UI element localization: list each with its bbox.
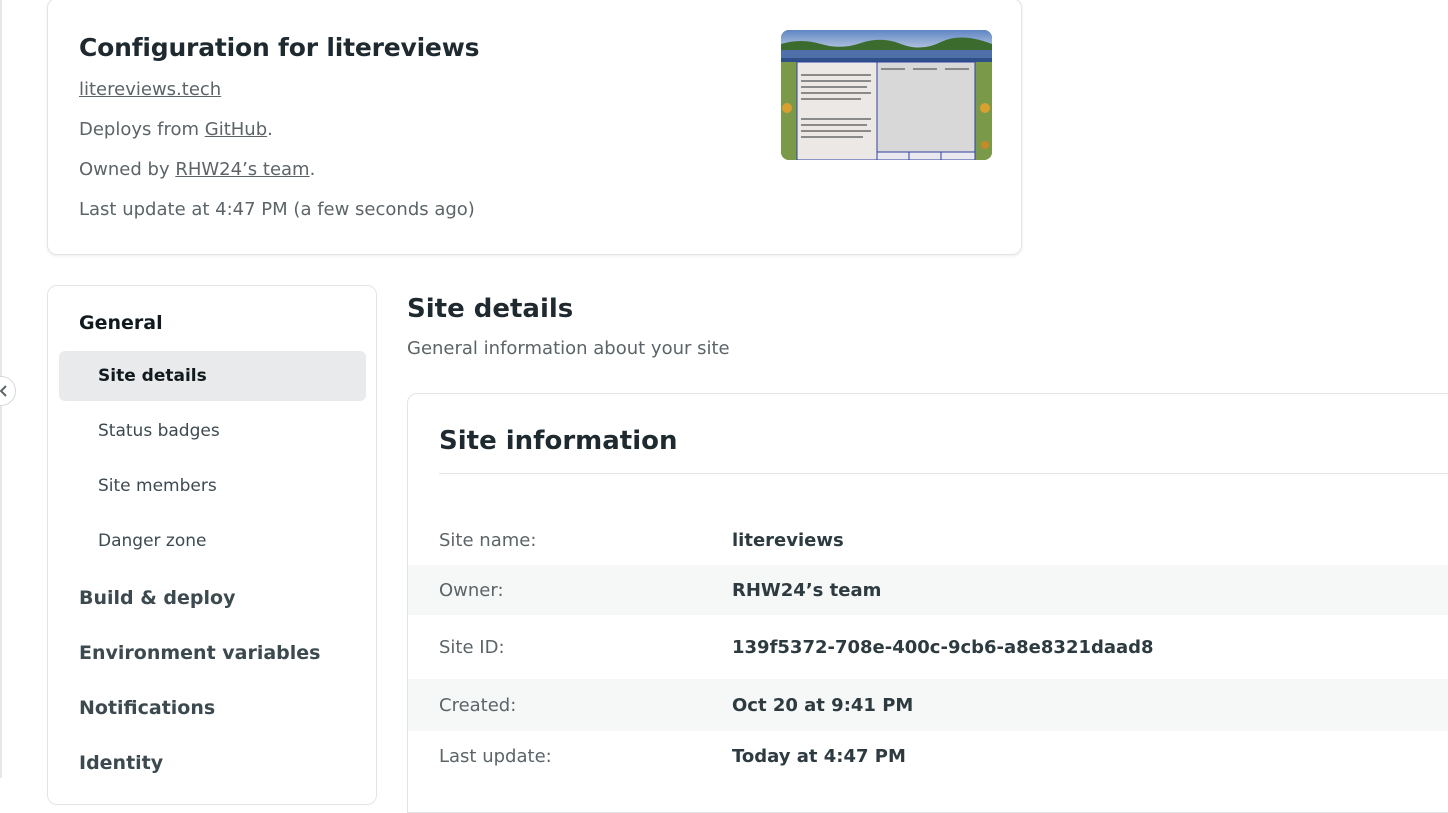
section-subtitle: General information about your site [407, 338, 730, 359]
sidebar-item-site-details[interactable]: Site details [59, 351, 366, 401]
card-title: Site information [439, 426, 678, 456]
owned-suffix: . [309, 159, 316, 180]
nav-group-identity[interactable]: Identity [79, 752, 163, 774]
section-title: Site details [407, 294, 574, 324]
site-url-link[interactable]: litereviews.tech [79, 79, 221, 100]
site-information-card: Site information Site name: litereviews … [407, 393, 1448, 813]
deploys-suffix: . [267, 119, 273, 140]
team-link[interactable]: RHW24’s team [175, 159, 309, 180]
nav-group-build-deploy[interactable]: Build & deploy [79, 587, 235, 609]
deploys-from-line: Deploys from GitHub. [79, 119, 273, 140]
info-value: Oct 20 at 9:41 PM [732, 694, 914, 716]
info-row-created: Created: Oct 20 at 9:41 PM [408, 679, 1448, 731]
site-url-line: litereviews.tech [79, 79, 221, 100]
nav-group-environment-variables[interactable]: Environment variables [79, 642, 320, 664]
info-key: Site ID: [439, 636, 505, 658]
sidebar-item-status-badges[interactable]: Status badges [59, 406, 366, 456]
deploys-prefix: Deploys from [79, 119, 205, 140]
info-key: Created: [439, 694, 517, 716]
info-value: RHW24’s team [732, 579, 882, 601]
info-row-last-update: Last update: Today at 4:47 PM [408, 731, 1448, 781]
info-row-site-id: Site ID: 139f5372-708e-400c-9cb6-a8e8321… [408, 615, 1448, 679]
owned-prefix: Owned by [79, 159, 176, 180]
github-link[interactable]: GitHub [205, 119, 267, 140]
nav-group-general[interactable]: General [79, 312, 163, 334]
sidebar-item-site-members[interactable]: Site members [59, 461, 366, 511]
info-value: litereviews [732, 529, 844, 551]
last-update-line: Last update at 4:47 PM (a few seconds ag… [79, 199, 475, 220]
chevron-left-icon [0, 385, 7, 397]
info-key: Last update: [439, 745, 552, 767]
info-value: Today at 4:47 PM [732, 745, 906, 767]
settings-sidebar: General Site details Status badges Site … [47, 285, 377, 805]
info-key: Owner: [439, 579, 504, 601]
owned-by-line: Owned by RHW24’s team. [79, 159, 315, 180]
info-row-site-name: Site name: litereviews [408, 515, 1448, 565]
info-key: Site name: [439, 529, 537, 551]
site-preview-image [781, 30, 992, 160]
page-title: Configuration for litereviews [79, 33, 480, 62]
site-preview-thumbnail[interactable] [781, 30, 992, 160]
site-header-card: Configuration for litereviews litereview… [47, 0, 1022, 255]
info-row-owner: Owner: RHW24’s team [408, 565, 1448, 615]
card-divider [439, 473, 1448, 474]
collapse-sidebar-button[interactable] [0, 376, 16, 406]
nav-group-notifications[interactable]: Notifications [79, 697, 215, 719]
info-value: 139f5372-708e-400c-9cb6-a8e8321daad8 [732, 636, 1154, 658]
sidebar-item-danger-zone[interactable]: Danger zone [59, 516, 366, 566]
